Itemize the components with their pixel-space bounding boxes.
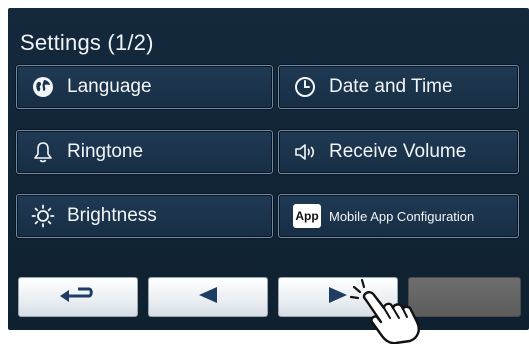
tapping-hand-icon — [349, 278, 430, 349]
receive-volume-label: Receive Volume — [329, 141, 467, 162]
clock-icon — [293, 75, 317, 99]
language-label: Language — [67, 76, 152, 97]
date-and-time-label: Date and Time — [329, 76, 453, 97]
brightness-button[interactable]: Brightness — [16, 194, 273, 238]
brightness-label: Brightness — [67, 205, 157, 226]
app-icon: App — [293, 204, 321, 228]
left-triangle-icon — [197, 286, 219, 309]
page-title: Settings (1/2) — [20, 30, 154, 55]
back-button[interactable] — [18, 277, 138, 317]
mobile-app-configuration-button[interactable]: App Mobile App Configuration — [278, 194, 519, 238]
globe-icon — [31, 75, 55, 99]
receive-volume-button[interactable]: Receive Volume — [278, 130, 519, 174]
date-and-time-button[interactable]: Date and Time — [278, 65, 519, 109]
bell-icon — [31, 140, 55, 164]
ringtone-button[interactable]: Ringtone — [16, 130, 273, 174]
mobile-app-configuration-label: Mobile App Configuration — [329, 208, 475, 224]
previous-page-button[interactable] — [148, 277, 268, 317]
ringtone-label: Ringtone — [67, 141, 144, 162]
return-arrow-icon — [58, 285, 98, 310]
settings-screen: Settings (1/2) Language Date and Time Ri… — [8, 8, 529, 330]
right-triangle-icon — [327, 286, 349, 309]
speaker-icon — [293, 140, 317, 164]
sun-icon — [31, 204, 55, 228]
language-button[interactable]: Language — [16, 65, 273, 109]
